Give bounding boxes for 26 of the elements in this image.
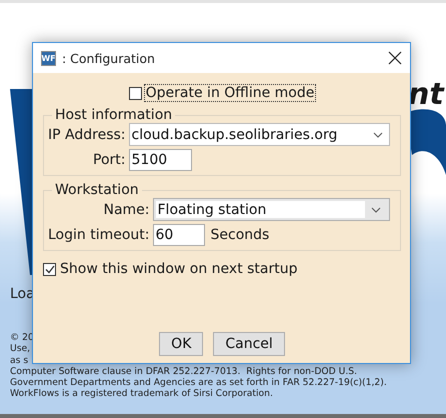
copyright-text: WorkFlows is a registered trademark of Sirsi Corporation. [10,388,273,400]
close-button[interactable] [388,51,402,65]
input-field[interactable]: 5100 [128,149,192,171]
copyright-text: Computer Software clause in DFAR 252.227-7013. Rights for non-DOD U.S. [10,366,358,378]
group-title: Host information [54,107,174,123]
checkbox[interactable] [128,86,142,100]
input-field[interactable]: 60 [152,224,204,246]
copyright-text: Use, [10,343,30,355]
dropdown-field[interactable]: Floating station [152,198,390,221]
checkbox-row[interactable]: Operate in Offline mode [128,85,316,101]
window-title: : Configuration [62,50,156,66]
field-label: Login timeout: [48,227,150,243]
dropdown-field[interactable]: cloud.backup.seolibraries.org [128,123,390,146]
copyright-text: as s [10,354,28,366]
checkbox[interactable] [43,262,56,276]
dialog-button[interactable]: OK [159,332,204,356]
unit-label: Seconds [210,227,270,243]
field-label: Name: [103,202,150,218]
checkbox-row[interactable]: Show this window on next startup [43,261,401,277]
logo-text: nt [408,77,444,112]
dialog-button[interactable]: Cancel [213,332,285,356]
group-title: Workstation [54,182,140,198]
app-icon: WF [41,50,56,66]
field-label: IP Address: [48,126,126,142]
field-label: Port: [93,152,126,168]
copyright-text: Government Departments and Agencies are as set forth in FAR 52.227-19(c)(1,2). [10,377,387,388]
